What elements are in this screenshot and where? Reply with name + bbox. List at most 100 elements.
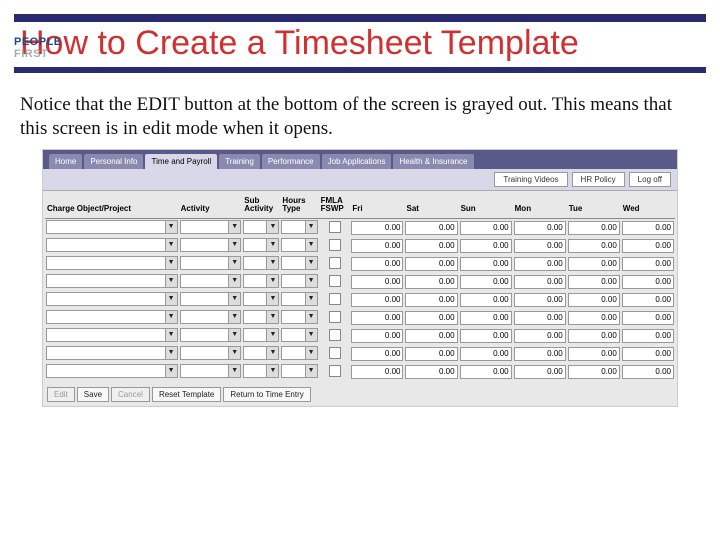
hours-input-sat[interactable]: 0.00 bbox=[405, 239, 457, 253]
hourstype-dropdown[interactable]: ▼ bbox=[281, 274, 317, 288]
dropdown-arrow-icon[interactable]: ▼ bbox=[267, 274, 279, 288]
hours-input-sun[interactable]: 0.00 bbox=[460, 293, 512, 307]
hours-input-tue[interactable]: 0.00 bbox=[568, 311, 620, 325]
hours-input-mon[interactable]: 0.00 bbox=[514, 329, 566, 343]
hours-input-fri[interactable]: 0.00 bbox=[351, 311, 403, 325]
subactivity-dropdown[interactable]: ▼ bbox=[243, 274, 279, 288]
dropdown-arrow-icon[interactable]: ▼ bbox=[306, 220, 318, 234]
dropdown-arrow-icon[interactable]: ▼ bbox=[306, 274, 318, 288]
activity-dropdown[interactable]: ▼ bbox=[180, 220, 242, 234]
hours-input-wed[interactable]: 0.00 bbox=[622, 347, 674, 361]
hours-input-sat[interactable]: 0.00 bbox=[405, 311, 457, 325]
hours-input-tue[interactable]: 0.00 bbox=[568, 347, 620, 361]
dropdown-arrow-icon[interactable]: ▼ bbox=[306, 310, 318, 324]
hours-input-fri[interactable]: 0.00 bbox=[351, 221, 403, 235]
hours-input-mon[interactable]: 0.00 bbox=[514, 365, 566, 379]
toolbar-link-training-videos[interactable]: Training Videos bbox=[494, 172, 567, 187]
hours-input-mon[interactable]: 0.00 bbox=[514, 347, 566, 361]
subactivity-dropdown[interactable]: ▼ bbox=[243, 220, 279, 234]
hours-input-fri[interactable]: 0.00 bbox=[351, 365, 403, 379]
hours-input-sat[interactable]: 0.00 bbox=[405, 293, 457, 307]
hourstype-dropdown[interactable]: ▼ bbox=[281, 256, 317, 270]
hours-input-fri[interactable]: 0.00 bbox=[351, 275, 403, 289]
hours-input-tue[interactable]: 0.00 bbox=[568, 257, 620, 271]
hourstype-dropdown[interactable]: ▼ bbox=[281, 310, 317, 324]
nav-tab-personal-info[interactable]: Personal Info bbox=[84, 154, 143, 169]
fmla-checkbox[interactable] bbox=[329, 329, 341, 341]
activity-dropdown[interactable]: ▼ bbox=[180, 292, 242, 306]
hours-input-sun[interactable]: 0.00 bbox=[460, 347, 512, 361]
dropdown-arrow-icon[interactable]: ▼ bbox=[166, 292, 178, 306]
nav-tab-job-applications[interactable]: Job Applications bbox=[322, 154, 392, 169]
toolbar-link-hr-policy[interactable]: HR Policy bbox=[572, 172, 625, 187]
dropdown-arrow-icon[interactable]: ▼ bbox=[229, 292, 241, 306]
dropdown-arrow-icon[interactable]: ▼ bbox=[229, 346, 241, 360]
charge-dropdown[interactable]: ▼ bbox=[46, 220, 178, 234]
hours-input-tue[interactable]: 0.00 bbox=[568, 365, 620, 379]
activity-dropdown[interactable]: ▼ bbox=[180, 238, 242, 252]
activity-dropdown[interactable]: ▼ bbox=[180, 328, 242, 342]
fmla-checkbox[interactable] bbox=[329, 293, 341, 305]
nav-tab-health-insurance[interactable]: Health & Insurance bbox=[393, 154, 473, 169]
hours-input-sun[interactable]: 0.00 bbox=[460, 365, 512, 379]
fmla-checkbox[interactable] bbox=[329, 275, 341, 287]
hours-input-mon[interactable]: 0.00 bbox=[514, 257, 566, 271]
hours-input-tue[interactable]: 0.00 bbox=[568, 329, 620, 343]
dropdown-arrow-icon[interactable]: ▼ bbox=[229, 364, 241, 378]
return-to-time-entry-button[interactable]: Return to Time Entry bbox=[223, 387, 310, 402]
hourstype-dropdown[interactable]: ▼ bbox=[281, 328, 317, 342]
hourstype-dropdown[interactable]: ▼ bbox=[281, 292, 317, 306]
hourstype-dropdown[interactable]: ▼ bbox=[281, 220, 317, 234]
toolbar-link-log-off[interactable]: Log off bbox=[629, 172, 671, 187]
dropdown-arrow-icon[interactable]: ▼ bbox=[229, 274, 241, 288]
subactivity-dropdown[interactable]: ▼ bbox=[243, 292, 279, 306]
hours-input-sun[interactable]: 0.00 bbox=[460, 257, 512, 271]
dropdown-arrow-icon[interactable]: ▼ bbox=[267, 238, 279, 252]
hours-input-fri[interactable]: 0.00 bbox=[351, 257, 403, 271]
dropdown-arrow-icon[interactable]: ▼ bbox=[306, 328, 318, 342]
save-button[interactable]: Save bbox=[77, 387, 109, 402]
nav-tab-time-and-payroll[interactable]: Time and Payroll bbox=[145, 154, 217, 169]
dropdown-arrow-icon[interactable]: ▼ bbox=[267, 292, 279, 306]
activity-dropdown[interactable]: ▼ bbox=[180, 346, 242, 360]
hours-input-tue[interactable]: 0.00 bbox=[568, 293, 620, 307]
charge-dropdown[interactable]: ▼ bbox=[46, 328, 178, 342]
dropdown-arrow-icon[interactable]: ▼ bbox=[166, 220, 178, 234]
subactivity-dropdown[interactable]: ▼ bbox=[243, 346, 279, 360]
hours-input-wed[interactable]: 0.00 bbox=[622, 329, 674, 343]
charge-dropdown[interactable]: ▼ bbox=[46, 292, 178, 306]
hours-input-wed[interactable]: 0.00 bbox=[622, 365, 674, 379]
hours-input-tue[interactable]: 0.00 bbox=[568, 221, 620, 235]
activity-dropdown[interactable]: ▼ bbox=[180, 364, 242, 378]
nav-tab-performance[interactable]: Performance bbox=[262, 154, 320, 169]
dropdown-arrow-icon[interactable]: ▼ bbox=[229, 256, 241, 270]
dropdown-arrow-icon[interactable]: ▼ bbox=[166, 274, 178, 288]
hours-input-mon[interactable]: 0.00 bbox=[514, 311, 566, 325]
hours-input-sat[interactable]: 0.00 bbox=[405, 257, 457, 271]
hours-input-wed[interactable]: 0.00 bbox=[622, 221, 674, 235]
activity-dropdown[interactable]: ▼ bbox=[180, 256, 242, 270]
hours-input-wed[interactable]: 0.00 bbox=[622, 257, 674, 271]
hours-input-sun[interactable]: 0.00 bbox=[460, 329, 512, 343]
fmla-checkbox[interactable] bbox=[329, 365, 341, 377]
dropdown-arrow-icon[interactable]: ▼ bbox=[306, 364, 318, 378]
subactivity-dropdown[interactable]: ▼ bbox=[243, 256, 279, 270]
dropdown-arrow-icon[interactable]: ▼ bbox=[267, 328, 279, 342]
dropdown-arrow-icon[interactable]: ▼ bbox=[306, 346, 318, 360]
charge-dropdown[interactable]: ▼ bbox=[46, 346, 178, 360]
hours-input-mon[interactable]: 0.00 bbox=[514, 293, 566, 307]
hourstype-dropdown[interactable]: ▼ bbox=[281, 346, 317, 360]
hours-input-mon[interactable]: 0.00 bbox=[514, 275, 566, 289]
activity-dropdown[interactable]: ▼ bbox=[180, 310, 242, 324]
hours-input-fri[interactable]: 0.00 bbox=[351, 347, 403, 361]
hours-input-wed[interactable]: 0.00 bbox=[622, 311, 674, 325]
dropdown-arrow-icon[interactable]: ▼ bbox=[229, 328, 241, 342]
dropdown-arrow-icon[interactable]: ▼ bbox=[166, 346, 178, 360]
hours-input-sun[interactable]: 0.00 bbox=[460, 311, 512, 325]
hours-input-mon[interactable]: 0.00 bbox=[514, 221, 566, 235]
hours-input-sat[interactable]: 0.00 bbox=[405, 365, 457, 379]
dropdown-arrow-icon[interactable]: ▼ bbox=[166, 310, 178, 324]
activity-dropdown[interactable]: ▼ bbox=[180, 274, 242, 288]
fmla-checkbox[interactable] bbox=[329, 347, 341, 359]
dropdown-arrow-icon[interactable]: ▼ bbox=[267, 364, 279, 378]
